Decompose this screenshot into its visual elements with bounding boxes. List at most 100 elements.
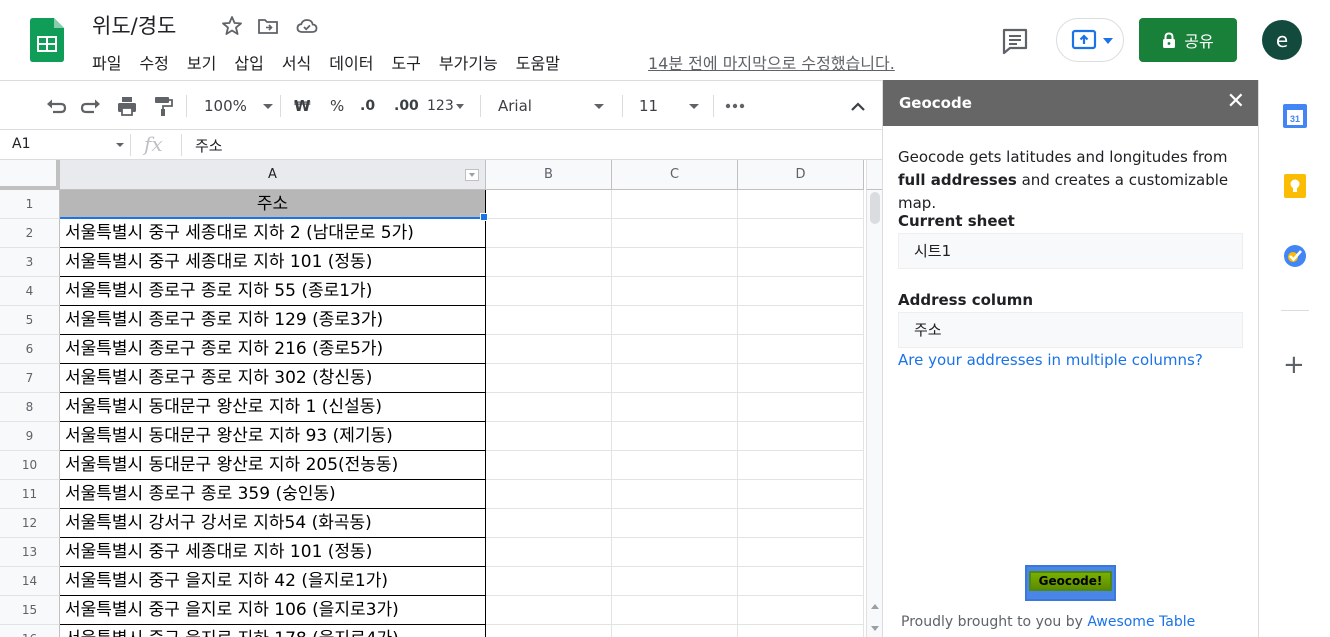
row-header[interactable]: 13 [0, 538, 60, 567]
address-cell[interactable]: 서울특별시 종로구 종로 359 (숭인동) [60, 480, 486, 509]
row-header[interactable]: 10 [0, 451, 60, 480]
formula-input[interactable]: 주소 [195, 135, 223, 156]
menu-addons[interactable]: 부가기능 [439, 50, 498, 74]
more-icon[interactable] [725, 103, 745, 109]
row-header[interactable]: 3 [0, 248, 60, 277]
comments-icon[interactable] [998, 24, 1032, 58]
empty-cell-d[interactable] [738, 393, 864, 422]
font-select[interactable]: Arial [498, 81, 608, 131]
empty-cell-d[interactable] [738, 190, 864, 219]
vertical-scrollbar[interactable] [866, 190, 882, 637]
empty-cell-d[interactable] [738, 306, 864, 335]
empty-cell-b[interactable] [486, 306, 612, 335]
close-icon[interactable]: ✕ [1227, 90, 1245, 114]
empty-cell-c[interactable] [612, 393, 738, 422]
address-cell[interactable]: 서울특별시 중구 을지로 지하 178 (을지로4가) [60, 625, 486, 637]
empty-cell-b[interactable] [486, 190, 612, 219]
zoom-select[interactable]: 100% [204, 81, 273, 131]
multiple-columns-link[interactable]: Are your addresses in multiple columns? [898, 351, 1203, 369]
column-header-c[interactable]: C [612, 160, 738, 190]
add-on-plus-icon[interactable]: + [1283, 352, 1305, 378]
empty-cell-c[interactable] [612, 509, 738, 538]
row-header[interactable]: 6 [0, 335, 60, 364]
empty-cell-b[interactable] [486, 480, 612, 509]
cloud-saved-icon[interactable] [295, 14, 319, 38]
empty-cell-b[interactable] [486, 625, 612, 637]
empty-cell-c[interactable] [612, 538, 738, 567]
move-folder-icon[interactable] [256, 14, 280, 38]
empty-cell-b[interactable] [486, 364, 612, 393]
address-cell[interactable]: 서울특별시 중구 을지로 지하 106 (을지로3가) [60, 596, 486, 625]
print-icon[interactable] [116, 95, 138, 117]
address-cell[interactable]: 서울특별시 강서구 강서로 지하54 (화곡동) [60, 509, 486, 538]
menu-view[interactable]: 보기 [187, 50, 216, 74]
star-icon[interactable] [220, 14, 244, 38]
geocode-button[interactable]: Geocode! [1025, 565, 1116, 601]
empty-cell-c[interactable] [612, 567, 738, 596]
empty-cell-c[interactable] [612, 219, 738, 248]
row-header[interactable]: 15 [0, 596, 60, 625]
empty-cell-b[interactable] [486, 277, 612, 306]
sheets-logo-icon[interactable] [30, 18, 64, 62]
empty-cell-c[interactable] [612, 248, 738, 277]
empty-cell-b[interactable] [486, 335, 612, 364]
filter-icon[interactable] [465, 169, 479, 181]
menu-help[interactable]: 도움말 [516, 50, 560, 74]
address-cell[interactable]: 서울특별시 중구 을지로 지하 42 (을지로1가) [60, 567, 486, 596]
keep-icon[interactable] [1282, 173, 1308, 199]
address-cell[interactable]: 서울특별시 중구 세종대로 지하 101 (정동) [60, 248, 486, 277]
row-header[interactable]: 14 [0, 567, 60, 596]
empty-cell-c[interactable] [612, 451, 738, 480]
row-header[interactable]: 12 [0, 509, 60, 538]
calendar-icon[interactable]: 31 [1282, 103, 1308, 129]
empty-cell-d[interactable] [738, 451, 864, 480]
row-header[interactable]: 7 [0, 364, 60, 393]
currency-format-button[interactable]: ₩ [294, 81, 311, 131]
more-formats-button[interactable]: 123 [427, 81, 464, 131]
awesome-table-link[interactable]: Awesome Table [1087, 614, 1195, 630]
empty-cell-d[interactable] [738, 364, 864, 393]
empty-cell-b[interactable] [486, 219, 612, 248]
redo-icon[interactable] [80, 95, 102, 117]
paint-format-icon[interactable] [152, 95, 174, 117]
empty-cell-d[interactable] [738, 596, 864, 625]
empty-cell-d[interactable] [738, 219, 864, 248]
address-cell[interactable]: 서울특별시 종로구 종로 지하 55 (종로1가) [60, 277, 486, 306]
row-header[interactable]: 9 [0, 422, 60, 451]
decrease-decimal-button[interactable]: .0 [360, 81, 375, 131]
selection-fill-handle[interactable] [480, 213, 488, 221]
empty-cell-c[interactable] [612, 625, 738, 637]
present-button[interactable] [1056, 18, 1124, 62]
empty-cell-d[interactable] [738, 509, 864, 538]
address-cell[interactable]: 서울특별시 동대문구 왕산로 지하 205(전농동) [60, 451, 486, 480]
share-button[interactable]: 공유 [1139, 18, 1237, 62]
avatar[interactable]: e [1262, 20, 1302, 60]
row-header[interactable]: 16 [0, 625, 60, 637]
empty-cell-c[interactable] [612, 190, 738, 219]
empty-cell-c[interactable] [612, 306, 738, 335]
empty-cell-b[interactable] [486, 422, 612, 451]
menu-file[interactable]: 파일 [92, 50, 121, 74]
row-header[interactable]: 8 [0, 393, 60, 422]
empty-cell-b[interactable] [486, 393, 612, 422]
empty-cell-d[interactable] [738, 335, 864, 364]
increase-decimal-button[interactable]: .00 [394, 81, 419, 131]
select-all-corner[interactable] [0, 160, 60, 190]
collapse-menu-icon[interactable] [850, 99, 866, 113]
column-header-b[interactable]: B [486, 160, 612, 190]
empty-cell-b[interactable] [486, 567, 612, 596]
row-header[interactable]: 1 [0, 190, 60, 219]
column-header-d[interactable]: D [738, 160, 864, 190]
column-header-a[interactable]: A [60, 160, 486, 190]
menu-insert[interactable]: 삽입 [234, 50, 263, 74]
address-cell[interactable]: 서울특별시 종로구 종로 지하 129 (종로3가) [60, 306, 486, 335]
address-column-field[interactable]: 주소 [898, 312, 1243, 348]
empty-cell-b[interactable] [486, 538, 612, 567]
empty-cell-d[interactable] [738, 567, 864, 596]
scrollbar-thumb[interactable] [870, 192, 880, 224]
menu-tools[interactable]: 도구 [391, 50, 420, 74]
address-cell[interactable]: 서울특별시 중구 세종대로 지하 101 (정동) [60, 538, 486, 567]
scroll-up-arrow-icon[interactable] [871, 604, 879, 609]
address-cell[interactable]: 서울특별시 동대문구 왕산로 지하 93 (제기동) [60, 422, 486, 451]
address-cell[interactable]: 서울특별시 종로구 종로 지하 302 (창신동) [60, 364, 486, 393]
